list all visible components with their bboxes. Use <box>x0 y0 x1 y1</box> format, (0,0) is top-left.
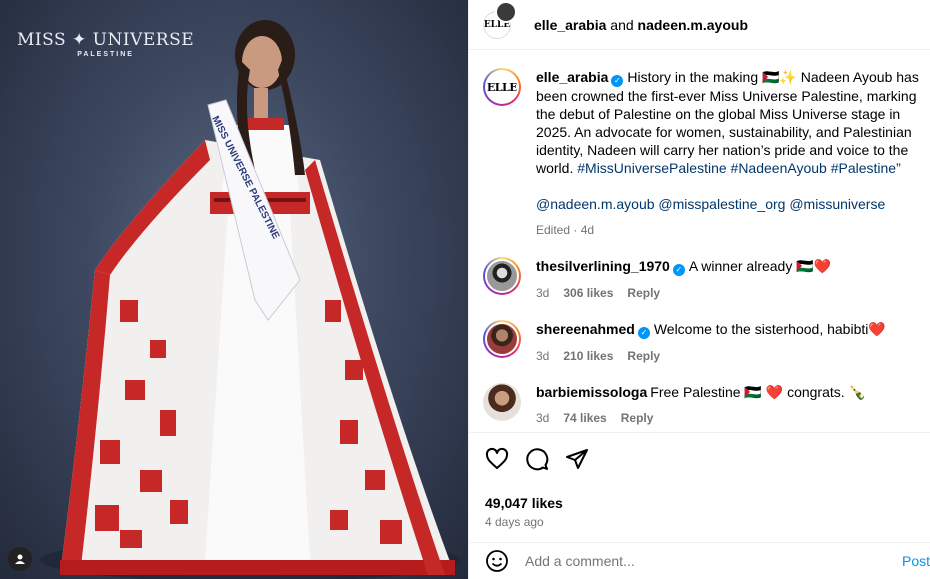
comment-text: Welcome to the sisterhood, habibti❤️ <box>653 321 886 337</box>
collab-avatars[interactable]: ELLE <box>483 0 519 43</box>
caption-hashtags[interactable]: #MissUniversePalestine #NadeenAyoub #Pal… <box>577 160 900 176</box>
author-link-a[interactable]: elle_arabia <box>534 17 606 33</box>
post-comment-button[interactable]: Post <box>902 553 930 569</box>
comments-scroll[interactable]: ELLE elle_arabia ✓ History in the making 🇵… <box>469 50 930 432</box>
tagged-users-button[interactable] <box>8 547 32 571</box>
caption-body: elle_arabia ✓ History in the making 🇵🇸✨ Na… <box>536 68 930 239</box>
post-age: 4 days ago <box>485 515 544 529</box>
caption-avatar[interactable]: ELLE <box>483 68 521 106</box>
comment-time: 3d <box>536 411 550 425</box>
nadeen-avatar[interactable] <box>495 0 517 23</box>
comment-meta: 3d 210 likes Reply <box>536 347 930 365</box>
verified-badge-icon: ✓ <box>611 75 624 87</box>
like-count[interactable]: 49,047 likes <box>485 495 914 511</box>
post-authors: elle_arabia and nadeen.m.ayoub <box>534 17 748 33</box>
comment-time: 3d <box>536 349 550 363</box>
comment-avatar[interactable] <box>483 383 521 421</box>
comment-item: shereenahmed ✓ Welcome to the sisterhood, … <box>483 320 930 365</box>
comment-composer: Post <box>469 542 930 579</box>
comment-body: barbiemissologa Free Palestine 🇵🇸 ❤️ cong… <box>536 383 930 427</box>
comment-body: thesilverlining_1970 ✓ A winner already 🇵🇸… <box>536 257 930 302</box>
comment-likes[interactable]: 210 likes <box>563 349 613 363</box>
emoji-icon[interactable] <box>485 549 509 573</box>
comment-meta: 3d 306 likes Reply <box>536 284 930 302</box>
post-modal: MISS ✦ UNIVERSE PALESTINE MISS UNIVERSE … <box>0 0 930 579</box>
comment-item: thesilverlining_1970 ✓ A winner already 🇵🇸… <box>483 257 930 302</box>
caption-mentions[interactable]: @nadeen.m.ayoub @misspalestine_org @miss… <box>536 195 930 213</box>
action-icons <box>485 445 914 473</box>
post-side-panel: ELLE elle_arabia and nadeen.m.ayoub ELLE… <box>468 0 930 579</box>
comment-username[interactable]: thesilverlining_1970 <box>536 258 670 274</box>
comment-username[interactable]: shereenahmed <box>536 321 635 337</box>
comment-text: Free Palestine 🇵🇸 ❤️ congrats. 🍾 <box>650 384 866 400</box>
caption-meta: Edited · 4d <box>536 221 930 239</box>
author-link-b[interactable]: nadeen.m.ayoub <box>638 17 748 33</box>
comment-body: shereenahmed ✓ Welcome to the sisterhood, … <box>536 320 930 365</box>
caption-username[interactable]: elle_arabia <box>536 69 608 85</box>
comment-likes[interactable]: 74 likes <box>563 411 606 425</box>
reply-button[interactable]: Reply <box>627 286 660 300</box>
verified-badge-icon: ✓ <box>672 264 685 276</box>
comment-avatar[interactable] <box>483 320 521 358</box>
comment-item: barbiemissologa Free Palestine 🇵🇸 ❤️ cong… <box>483 383 930 427</box>
reply-button[interactable]: Reply <box>627 349 660 363</box>
post-photo[interactable]: MISS ✦ UNIVERSE PALESTINE MISS UNIVERSE … <box>0 0 468 579</box>
authors-joiner: and <box>606 16 638 33</box>
like-heart-icon[interactable] <box>485 447 509 471</box>
reply-button[interactable]: Reply <box>621 411 654 425</box>
comment-likes[interactable]: 306 likes <box>563 286 613 300</box>
user-icon <box>15 554 25 564</box>
post-header: ELLE elle_arabia and nadeen.m.ayoub <box>469 0 930 50</box>
elle-logo: ELLE <box>485 70 519 104</box>
comment-avatar[interactable] <box>483 257 521 295</box>
comment-meta: 3d 74 likes Reply <box>536 409 930 427</box>
share-send-icon[interactable] <box>565 447 589 471</box>
comment-bubble-icon[interactable] <box>525 447 549 471</box>
dress-illustration: MISS UNIVERSE PALESTINE <box>40 20 460 579</box>
comment-text: A winner already 🇵🇸❤️ <box>688 258 832 274</box>
verified-badge-icon: ✓ <box>637 327 650 339</box>
comment-time: 3d <box>536 286 550 300</box>
comment-username[interactable]: barbiemissologa <box>536 384 647 400</box>
post-actions: 49,047 likes 4 days ago <box>469 432 930 536</box>
caption-entry: ELLE elle_arabia ✓ History in the making 🇵… <box>483 68 930 239</box>
caption-edited: Edited · 4d <box>536 223 595 237</box>
add-comment-input[interactable] <box>525 553 885 569</box>
